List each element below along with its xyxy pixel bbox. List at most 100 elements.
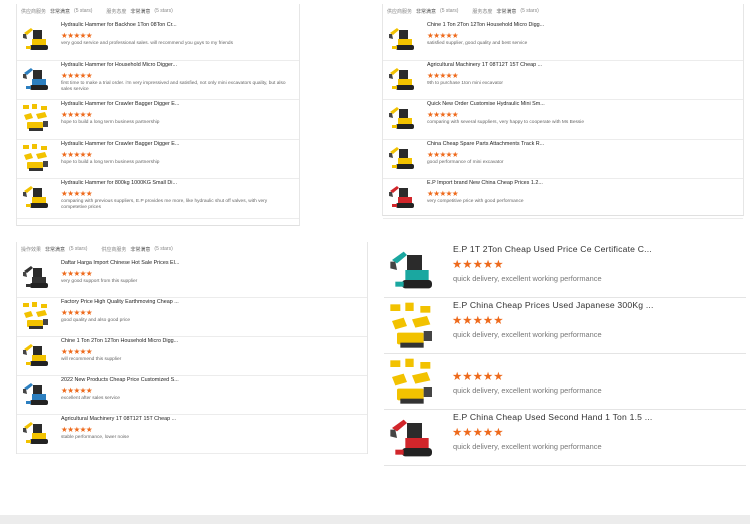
product-title-link[interactable]: E.P 1T 2Ton Cheap Used Price Ce Certific…: [453, 244, 652, 254]
excavator-attachments-thumbnail[interactable]: [21, 301, 51, 331]
excavator-attachments-thumbnail[interactable]: [21, 143, 51, 173]
header-tab[interactable]: 供应商服务: [21, 8, 46, 15]
review-row: E.P China Cheap Prices Used Japanese 300…: [384, 298, 746, 354]
teal-mini-excavator-thumbnail[interactable]: [386, 245, 438, 295]
yellow-mini-excavator-thumbnail[interactable]: [21, 340, 51, 370]
review-row: E.P 1T 2Ton Cheap Used Price Ce Certific…: [384, 242, 746, 298]
review-row: Chine 1 Ton 2Ton 12Ton Household Micro D…: [17, 337, 367, 376]
star-rating: ★★★★★: [452, 371, 504, 383]
black-mini-excavator-thumbnail[interactable]: [21, 262, 51, 292]
yellow-mini-excavator-thumbnail[interactable]: [387, 103, 417, 133]
panel-header: 供应商服务 非常满意 (5 stars) 服务态度 非常满意 (5 stars): [383, 4, 743, 18]
header-rating: 非常满意: [416, 8, 437, 15]
review-comment: stable performance, lower noise: [61, 435, 129, 440]
review-panel-top-right: 供应商服务 非常满意 (5 stars) 服务态度 非常满意 (5 stars)…: [382, 4, 744, 219]
header-count: (5 stars): [154, 246, 173, 252]
review-comment: very competitive price with good perform…: [427, 199, 524, 204]
yellow-mini-excavator-thumbnail[interactable]: [21, 24, 51, 54]
review-panel-bottom-left: 操作效果 非常满意 (5 stars) 供应商服务 非常满意 (5 stars)…: [16, 242, 368, 454]
excavator-attachments-thumbnail[interactable]: [21, 103, 51, 133]
star-rating: ★★★★★: [452, 315, 504, 327]
star-rating: ★★★★★: [61, 386, 93, 395]
star-rating: ★★★★★: [61, 149, 93, 159]
product-title-link[interactable]: China Cheap Spare Parts Attachments Trac…: [427, 141, 544, 147]
yellow-mini-excavator-thumbnail[interactable]: [21, 182, 51, 212]
review-comment: hope to build a long term business partn…: [61, 120, 160, 125]
red-mini-excavator-thumbnail[interactable]: [386, 413, 438, 463]
product-title-link[interactable]: Chine 1 Ton 2Ton 12Ton Household Micro D…: [427, 22, 544, 28]
red-mini-excavator-thumbnail[interactable]: [387, 182, 417, 212]
review-comment: very good support from this supplier: [61, 279, 138, 284]
review-panel-top-left: 供应商服务 非常满意 (5 stars) 服务态度 非常满意 (5 stars)…: [16, 4, 300, 226]
review-row: E.P China Cheap Used Second Hand 1 Ton 1…: [384, 410, 746, 466]
review-comment: first time to make a trial order. i'm ve…: [61, 80, 286, 92]
star-rating: ★★★★★: [61, 425, 93, 434]
review-comment: hope to build a long term business partn…: [61, 159, 160, 165]
header-tab[interactable]: 操作效果: [21, 246, 41, 253]
header-tab[interactable]: 服务态度: [106, 8, 126, 15]
review-row: Hydraulic Hammer for Household Micro Dig…: [17, 61, 299, 100]
review-comment: will recommend this supplier: [61, 357, 122, 362]
review-panel-bottom-right: E.P 1T 2Ton Cheap Used Price Ce Certific…: [384, 242, 746, 466]
yellow-mini-excavator-thumbnail[interactable]: [21, 418, 51, 448]
header-rating: 非常满意: [496, 8, 517, 15]
review-row: China Cheap Spare Parts Attachments Trac…: [383, 140, 743, 179]
review-comment: very good service and professional sales…: [61, 41, 233, 46]
review-row: Agricultural Machinery 1T 08T12T 15T Che…: [17, 415, 367, 454]
product-title-link[interactable]: Hydraulic Hammer for Backhoe 1Ton 08Ton …: [61, 22, 177, 28]
excavator-attachments-thumbnail[interactable]: [386, 357, 438, 407]
star-rating: ★★★★★: [61, 308, 93, 317]
review-comment: excellent after sales service: [61, 396, 120, 401]
product-title-link[interactable]: Quick New Order Customise Hydraulic Mini…: [427, 101, 545, 107]
excavator-attachments-thumbnail[interactable]: [386, 301, 438, 351]
panel-header: 供应商服务 非常满意 (5 stars) 服务态度 非常满意 (5 stars): [17, 4, 299, 18]
star-rating: ★★★★★: [452, 427, 504, 439]
page-footer-bar: [0, 515, 750, 524]
review-comment: quick delivery, excellent working perfor…: [453, 330, 602, 339]
review-comment: good quality and also good price: [61, 318, 131, 323]
star-rating: ★★★★★: [427, 149, 459, 159]
review-comment: quick delivery, excellent working perfor…: [453, 386, 602, 395]
review-row: Hydraulic Hammer for 800kg 1000KG Small …: [17, 179, 299, 219]
header-tab[interactable]: 供应商服务: [101, 246, 126, 253]
product-title-link[interactable]: Factory Price High Quality Earthmoving C…: [61, 299, 179, 305]
header-count: (5 stars): [520, 8, 539, 14]
review-comment: quick delivery, excellent working perfor…: [453, 274, 602, 283]
header-rating: 非常满意: [50, 8, 71, 15]
blue-mini-excavator-thumbnail[interactable]: [21, 379, 51, 409]
header-tab[interactable]: 服务态度: [472, 8, 492, 15]
header-count: (5 stars): [74, 8, 93, 14]
product-title-link[interactable]: Hydraulic Hammer for Crawler Bagger Digg…: [61, 141, 179, 147]
product-title-link[interactable]: E.P China Cheap Used Second Hand 1 Ton 1…: [453, 412, 653, 422]
product-title-link[interactable]: 2022 New Products Cheap Price Customized…: [61, 377, 179, 383]
product-title-link[interactable]: Agricultural Machinery 1T 08T12T 15T Che…: [427, 62, 542, 68]
product-title-link[interactable]: Hydraulic Hammer for Crawler Bagger Digg…: [61, 101, 179, 107]
star-rating: ★★★★★: [61, 110, 93, 119]
yellow-mini-excavator-thumbnail[interactable]: [387, 64, 417, 94]
product-title-link[interactable]: Hydraulic Hammer for 800kg 1000KG Small …: [61, 180, 177, 186]
panel-header: 操作效果 非常满意 (5 stars) 供应商服务 非常满意 (5 stars): [17, 242, 367, 256]
product-title-link[interactable]: Daftar Harga Import Chinese Hot Sale Pri…: [61, 260, 179, 266]
product-title-link[interactable]: E.P China Cheap Prices Used Japanese 300…: [453, 300, 654, 310]
review-comment: good performance of mini excavator: [427, 159, 504, 165]
product-title-link[interactable]: Chine 1 Ton 2Ton 12Ton Household Micro D…: [61, 338, 178, 344]
product-title-link[interactable]: Agricultural Machinery 1T 08T12T 15T Che…: [61, 416, 176, 422]
yellow-mini-excavator-thumbnail[interactable]: [387, 143, 417, 173]
blue-mini-excavator-thumbnail[interactable]: [21, 64, 51, 94]
review-comment: 9th to purchase 1ton mini excavator: [427, 80, 503, 86]
review-row: Factory Price High Quality Earthmoving C…: [17, 298, 367, 337]
header-rating: 非常满意: [45, 246, 66, 253]
review-comment: comparing with previous suppliers, E.P p…: [61, 199, 268, 210]
product-title-link[interactable]: E.P Import brand New China Cheap Prices …: [427, 180, 543, 186]
review-comment: comparing with several suppliers, very h…: [427, 120, 585, 125]
header-count: (5 stars): [440, 8, 459, 14]
review-row: Daftar Harga Import Chinese Hot Sale Pri…: [17, 259, 367, 298]
header-tab[interactable]: 供应商服务: [387, 8, 412, 15]
star-rating: ★★★★★: [427, 70, 459, 80]
star-rating: ★★★★★: [61, 31, 93, 40]
star-rating: ★★★★★: [61, 70, 93, 80]
review-row: Chine 1 Ton 2Ton 12Ton Household Micro D…: [383, 21, 743, 61]
product-title-link[interactable]: Hydraulic Hammer for Household Micro Dig…: [61, 62, 177, 68]
yellow-mini-excavator-thumbnail[interactable]: [387, 24, 417, 54]
review-row: Hydraulic Hammer for Crawler Bagger Digg…: [17, 100, 299, 140]
